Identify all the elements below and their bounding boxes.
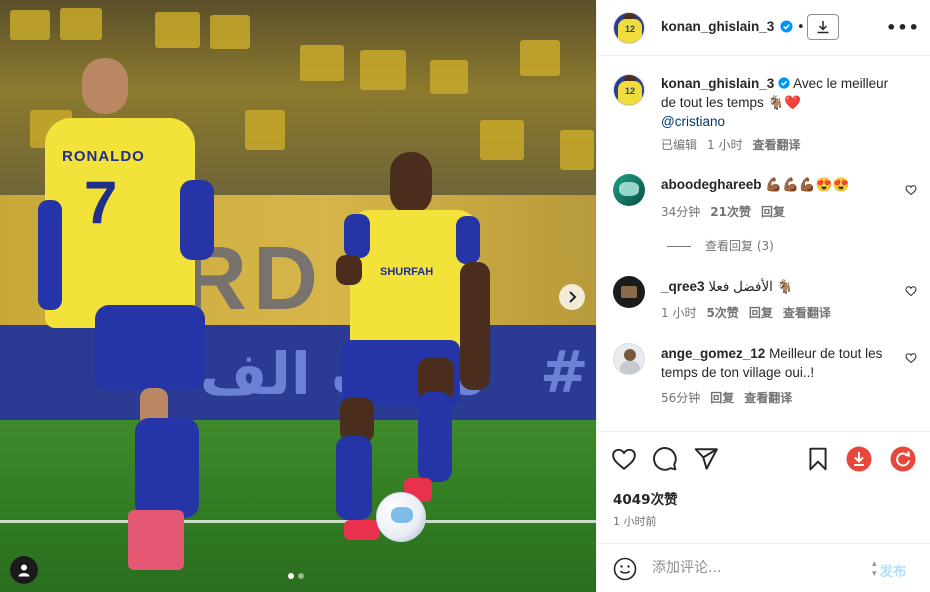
- user-icon: [18, 564, 30, 577]
- comment-reply-button[interactable]: 回复: [761, 205, 785, 219]
- comment: ange_gomez_12 Meilleur de tout les temps…: [661, 344, 893, 382]
- caption-translate-link[interactable]: 查看翻译: [752, 138, 800, 152]
- comment-bubble-icon[interactable]: [652, 446, 678, 472]
- comment-username[interactable]: _qree3: [661, 279, 705, 294]
- comment-likes[interactable]: 21次赞: [710, 205, 751, 219]
- download-circle-icon[interactable]: [846, 446, 872, 472]
- caption-author-avatar[interactable]: 12: [613, 74, 645, 106]
- caption: konan_ghislain_3 Avec le meilleur de tou…: [661, 74, 891, 131]
- comment-time: 1 小时: [661, 306, 697, 320]
- download-button[interactable]: [807, 14, 839, 40]
- caption-time: 1 小时: [707, 138, 743, 152]
- view-replies-label: 查看回复 (3): [705, 239, 774, 253]
- caption-username[interactable]: konan_ghislain_3: [661, 76, 774, 91]
- refresh-circle-icon[interactable]: [890, 446, 916, 472]
- comment-avatar[interactable]: [613, 343, 645, 375]
- comment-avatar[interactable]: [613, 174, 645, 206]
- comment: _qree3 الأفضل فعلا 🐐: [661, 277, 891, 296]
- caption-mention[interactable]: @cristiano: [661, 114, 725, 129]
- jersey-name: RONALDO: [62, 148, 145, 165]
- caption-meta: 已编辑 1 小时 查看翻译: [661, 136, 810, 153]
- post-timestamp: 1 小时前: [613, 515, 657, 528]
- view-replies-button[interactable]: 查看回复 (3): [667, 237, 774, 254]
- chevron-right-icon: [569, 291, 577, 303]
- comment-time: 34分钟: [661, 205, 701, 219]
- comment-composer: ▴▾发布: [597, 543, 930, 592]
- carousel-dot-active: [288, 573, 294, 579]
- header-separator: •: [797, 20, 805, 35]
- post-comment-button[interactable]: ▴ ▾ 发布: [872, 559, 907, 580]
- post-actions: 4049次赞 1 小时前: [597, 431, 930, 543]
- pitch-line: [0, 520, 596, 523]
- comment-translate-link[interactable]: 查看翻译: [783, 306, 831, 320]
- football: [376, 492, 426, 542]
- likes-count[interactable]: 4049次赞: [613, 488, 678, 508]
- comment-meta: 56分钟 回复 查看翻译: [661, 389, 802, 406]
- download-icon: [817, 21, 829, 34]
- author-avatar[interactable]: 12: [613, 12, 645, 44]
- carousel-next-button[interactable]: [559, 284, 585, 310]
- comment-meta: 1 小时 5次赞 回复 查看翻译: [661, 304, 841, 321]
- carousel-indicator: [288, 573, 304, 579]
- comment-time: 56分钟: [661, 391, 701, 405]
- caption-edited: 已编辑: [661, 138, 698, 152]
- comment-translate-link[interactable]: 查看翻译: [744, 391, 792, 405]
- verified-badge-icon: [778, 77, 790, 89]
- more-options-button[interactable]: •••: [886, 17, 919, 37]
- sort-arrows-icon: ▴ ▾: [872, 559, 877, 579]
- comment-meta: 34分钟 21次赞 回复: [661, 203, 795, 220]
- comment: aboodeghareeb 💪🏾💪🏾💪🏾😍😍: [661, 175, 891, 194]
- comment-likes[interactable]: 5次赞: [706, 306, 738, 320]
- jersey-number: 7: [84, 169, 118, 236]
- emoji-icon[interactable]: [613, 557, 637, 581]
- carousel-dot: [298, 573, 304, 579]
- comment-username[interactable]: ange_gomez_12: [661, 346, 765, 361]
- like-heart-icon[interactable]: [611, 446, 637, 472]
- post-media[interactable]: NARD ملعب الف # RONALDO 7 SHURFAH: [0, 0, 596, 592]
- comment-reply-button[interactable]: 回复: [710, 391, 734, 405]
- caption-emojis: 🐐❤️: [767, 95, 802, 110]
- led-banner-hash: #: [540, 338, 589, 406]
- share-paper-plane-icon[interactable]: [693, 446, 719, 472]
- comment-avatar[interactable]: [613, 276, 645, 308]
- tagged-users-button[interactable]: [10, 556, 38, 584]
- comment-like-heart-icon[interactable]: [905, 352, 917, 364]
- comment-like-heart-icon[interactable]: [905, 285, 917, 297]
- comment-text: الأفضل فعلا 🐐: [708, 279, 794, 294]
- comment-text: 💪🏾💪🏾💪🏾😍😍: [765, 177, 850, 192]
- post-side-panel: 12 konan_ghislain_3 • ••• 12 konan_ghisl…: [596, 0, 930, 592]
- comment-reply-button[interactable]: 回复: [749, 306, 773, 320]
- jersey-sponsor: SHURFAH: [380, 266, 434, 278]
- comment-input[interactable]: [652, 558, 862, 578]
- comments-section[interactable]: 12 konan_ghislain_3 Avec le meilleur de …: [597, 56, 930, 431]
- football-pitch: [0, 420, 596, 592]
- post-comment-label: 发布: [879, 564, 907, 580]
- save-bookmark-icon[interactable]: [805, 446, 831, 472]
- verified-badge-icon: [780, 20, 793, 33]
- post-header: 12 konan_ghislain_3 • •••: [597, 0, 930, 56]
- comment-like-heart-icon[interactable]: [905, 184, 917, 196]
- comment-username[interactable]: aboodeghareeb: [661, 177, 762, 192]
- author-username[interactable]: konan_ghislain_3: [661, 19, 774, 34]
